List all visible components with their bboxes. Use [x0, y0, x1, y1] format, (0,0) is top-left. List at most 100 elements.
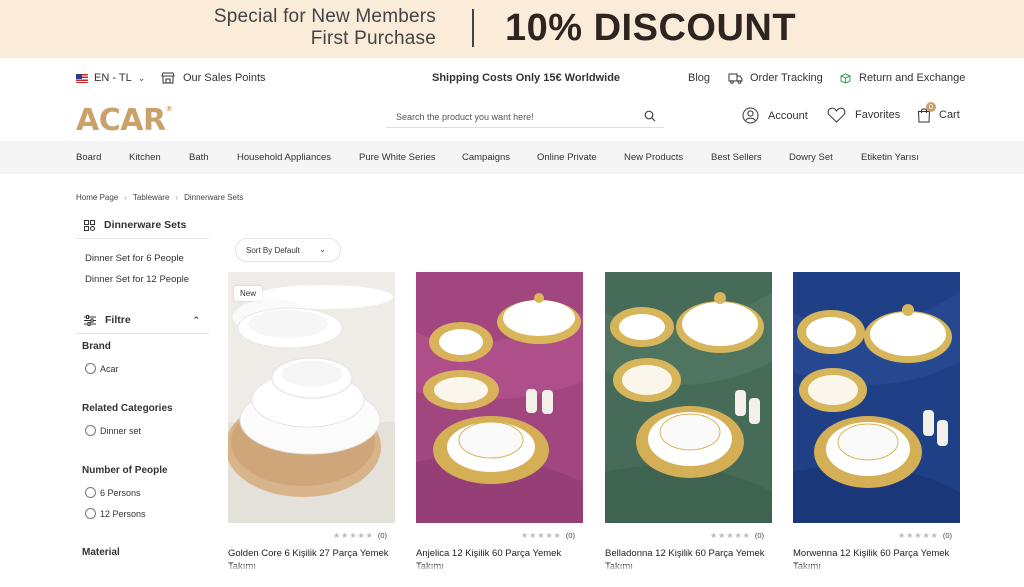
filter-option-6-persons[interactable]: 6 Persons [85, 487, 141, 498]
radio-button[interactable] [85, 363, 96, 374]
nav-item-pure-white-series[interactable]: Pure White Series [359, 152, 436, 163]
cart-count-badge: 0 [926, 102, 936, 112]
dinnerware-photo-belladonna [605, 272, 772, 523]
review-count: (0) [377, 531, 387, 540]
utility-bar: EN - TL ⌄ Our Sales Points Shipping Cost… [0, 66, 1024, 92]
filter-option-label: 6 Persons [100, 487, 141, 498]
star-icon: ★ [537, 531, 545, 540]
order-tracking-label: Order Tracking [750, 72, 823, 84]
promo-banner[interactable]: Special for New Members First Purchase 1… [0, 0, 1024, 58]
review-count: (0) [754, 531, 764, 540]
promo-line-1: Special for New Members [213, 6, 436, 27]
star-icon: ★ [349, 531, 357, 540]
nav-item-household-appliances[interactable]: Household Appliances [237, 152, 331, 163]
favorites-link[interactable]: Favorites [827, 107, 900, 123]
product-card[interactable]: ★ ★ ★ ★ ★ (0) Anjelica 12 Kişilik 60 Parça Ye… [416, 272, 583, 572]
review-count: (0) [565, 531, 575, 540]
review-count: (0) [942, 531, 952, 540]
order-tracking-link[interactable]: Order Tracking [728, 72, 823, 84]
main-nav: Board Kitchen Bath Household Appliances … [0, 141, 1024, 174]
acar-logo[interactable]: ACAR® [76, 103, 173, 138]
breadcrumb-dinnerware-sets[interactable]: Dinnerware Sets [184, 193, 243, 202]
nav-item-dowry-set[interactable]: Dowry Set [789, 152, 833, 163]
sidebar-link-12-people[interactable]: Dinner Set for 12 People [85, 274, 189, 285]
filter-option-dinner-set[interactable]: Dinner set [85, 425, 141, 436]
sales-points-label: Our Sales Points [183, 72, 266, 84]
promo-divider [472, 9, 474, 47]
category-title-label: Dinnerware Sets [104, 219, 187, 231]
promo-line-2: First Purchase [310, 28, 436, 49]
filter-heading-related-categories: Related Categories [82, 403, 173, 414]
language-currency-selector[interactable]: EN - TL ⌄ [76, 72, 145, 84]
star-icon: ★ [332, 531, 341, 540]
filter-toggle[interactable]: Filtre ⌃ [84, 314, 200, 326]
return-exchange-link[interactable]: Return and Exchange [840, 72, 965, 84]
nav-item-board[interactable]: Board [76, 152, 101, 163]
star-icon: ★ [734, 531, 742, 540]
new-badge: New [234, 286, 263, 301]
cart-link[interactable]: 0 Cart [917, 102, 960, 123]
heart-icon [827, 107, 846, 123]
favorites-label: Favorites [855, 109, 901, 121]
product-image[interactable] [605, 272, 772, 523]
product-image[interactable]: New [228, 272, 395, 523]
filter-option-12-persons[interactable]: 12 Persons [85, 508, 146, 519]
nav-item-kitchen[interactable]: Kitchen [129, 152, 161, 163]
sort-dropdown[interactable]: Sort By Default ⌄ [235, 238, 341, 262]
rating-stars: ★ ★ ★ ★ ★ (0) [710, 531, 764, 540]
registered-mark: ® [165, 105, 173, 113]
filter-option-label: 12 Persons [100, 508, 146, 519]
locale-label: EN - TL [94, 72, 132, 84]
breadcrumb: Home Page › Tableware › Dinnerware Sets [76, 193, 243, 202]
filter-heading-number-of-people: Number of People [82, 465, 168, 476]
filter-label: Filtre [105, 314, 131, 326]
product-image[interactable] [793, 272, 960, 523]
sliders-icon [84, 314, 96, 326]
filter-heading-brand: Brand [82, 341, 111, 352]
user-icon [742, 107, 759, 124]
product-card[interactable]: ★ ★ ★ ★ ★ (0) Belladonna 12 Kişilik 60 Parça … [605, 272, 772, 572]
chevron-right-icon: › [175, 193, 179, 202]
sidebar-link-6-people[interactable]: Dinner Set for 6 People [85, 253, 184, 264]
star-icon: ★ [897, 531, 906, 540]
radio-button[interactable] [85, 508, 96, 519]
rating-stars: ★ ★ ★ ★ ★ (0) [521, 531, 575, 540]
account-link[interactable]: Account [742, 107, 808, 124]
search-icon[interactable] [644, 110, 656, 122]
star-icon: ★ [922, 531, 930, 540]
sales-points-link[interactable]: Our Sales Points [161, 72, 266, 84]
nav-item-bath[interactable]: Bath [189, 152, 209, 163]
radio-button[interactable] [85, 487, 96, 498]
star-icon: ★ [529, 531, 537, 540]
divider [76, 333, 209, 334]
nav-item-best-sellers[interactable]: Best Sellers [711, 152, 762, 163]
account-label: Account [768, 109, 808, 122]
filter-option-label: Acar [100, 363, 119, 374]
cart-icon-wrap: 0 [917, 102, 936, 123]
search-bar [386, 106, 664, 128]
return-exchange-label: Return and Exchange [859, 72, 966, 84]
dinnerware-photo-anjelica [416, 272, 583, 523]
nav-item-etiketin-yarisi[interactable]: Etiketin Yarısı [861, 152, 919, 163]
star-icon: ★ [906, 531, 914, 540]
filter-option-label: Dinner set [100, 425, 142, 436]
nav-item-campaigns[interactable]: Campaigns [462, 152, 510, 163]
breadcrumb-home[interactable]: Home Page [76, 193, 118, 202]
nav-item-new-products[interactable]: New Products [624, 152, 683, 163]
blog-link[interactable]: Blog [688, 72, 710, 84]
product-card[interactable]: New ★ ★ ★ ★ ★ (0) Golden Core 6 Kişilik 27 Pa… [228, 272, 395, 572]
star-icon: ★ [365, 531, 373, 540]
star-icon: ★ [553, 531, 561, 540]
product-card[interactable]: ★ ★ ★ ★ ★ (0) Morwenna 12 Kişilik 60 Parça Ye… [793, 272, 960, 572]
nav-item-online-private[interactable]: Online Private [537, 152, 597, 163]
sort-label: Sort By Default [246, 245, 300, 255]
breadcrumb-tableware[interactable]: Tableware [133, 193, 169, 202]
grid-icon [84, 219, 95, 231]
star-icon: ★ [357, 531, 365, 540]
product-image[interactable] [416, 272, 583, 523]
star-icon: ★ [930, 531, 938, 540]
chevron-down-icon: ⌄ [137, 72, 146, 83]
search-input[interactable] [386, 111, 626, 122]
radio-button[interactable] [85, 425, 96, 436]
filter-option-acar[interactable]: Acar [85, 363, 119, 374]
